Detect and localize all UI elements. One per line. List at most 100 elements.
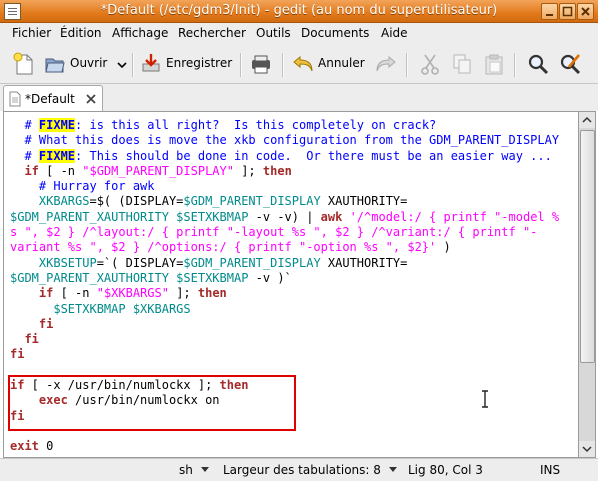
code-content[interactable]: # FIXME: is this all right? Is this comp… (10, 118, 559, 455)
scroll-up-button[interactable] (579, 112, 595, 128)
code-line[interactable]: # FIXME: This should be done in code. Or… (10, 148, 559, 164)
code-line[interactable]: $GDM_PARENT_XAUTHORITY $SETXKBMAP -v -v)… (10, 210, 559, 225)
menu-rechercher[interactable]: Rechercher (178, 26, 246, 40)
code-token: : This should be done in code. Or there … (75, 148, 552, 163)
code-line[interactable]: variant %s ", $2 } /^options:/ { printf … (10, 240, 559, 255)
code-line[interactable]: s ", $2 } /^layout:/ { printf "-layout %… (10, 225, 559, 240)
arrow-down-icon (582, 446, 592, 453)
code-token: [ -x /usr/bin/numlockx ]; (24, 378, 220, 393)
redo-button[interactable] (374, 45, 398, 83)
toolbar-separator (132, 53, 134, 77)
vertical-scrollbar[interactable] (578, 111, 596, 458)
code-token: exec (10, 393, 68, 408)
paste-icon (485, 54, 503, 75)
chevron-down-icon (388, 467, 397, 472)
code-line[interactable]: exit 0 (10, 439, 559, 454)
code-token: # Hurray for awk (10, 179, 155, 194)
save-button[interactable]: Enregistrer (138, 45, 234, 83)
code-token: "$GDM_PARENT_DISPLAY" (82, 163, 234, 178)
code-token: awk (320, 209, 343, 224)
code-token: $GDM_PARENT_XAUTHORITY $SETXKBMAP (10, 270, 249, 285)
code-line[interactable]: exec /usr/bin/numlockx on (10, 393, 559, 408)
minimize-icon (546, 14, 553, 16)
tab-width-selector[interactable]: Largeur des tabulations: 8 (223, 463, 398, 477)
text-editor[interactable]: # FIXME: is this all right? Is this comp… (3, 111, 579, 458)
copy-button[interactable] (450, 45, 474, 83)
cut-button[interactable] (418, 45, 442, 83)
new-document-button[interactable] (10, 45, 40, 83)
tab-default[interactable]: *Default (3, 85, 103, 112)
code-token: then (262, 163, 292, 178)
window-title: *Default (/etc/gdm3/Init) - gedit (au no… (100, 3, 498, 18)
paste-button[interactable] (482, 45, 506, 83)
code-line[interactable]: $GDM_PARENT_XAUTHORITY $SETXKBMAP -v )` (10, 271, 559, 286)
copy-icon (453, 54, 471, 74)
code-token: fi (10, 347, 25, 362)
code-line[interactable]: if [ -n "$GDM_PARENT_DISPLAY" ]; then (10, 164, 559, 179)
code-line[interactable]: XKBSETUP=`( DISPLAY=$GDM_PARENT_DISPLAY … (10, 256, 559, 271)
open-button[interactable]: Ouvrir (42, 45, 134, 83)
save-icon (142, 54, 160, 72)
language-label: sh (179, 463, 193, 477)
code-line[interactable]: $SETXKBMAP $XKBARGS (10, 302, 559, 317)
code-line[interactable] (10, 424, 559, 439)
close-window-button[interactable] (577, 3, 594, 20)
code-token: fi (10, 408, 25, 423)
tab-width-label: Largeur des tabulations: 8 (223, 463, 381, 477)
language-selector[interactable]: sh (179, 463, 210, 477)
code-token: -v )` (248, 270, 292, 285)
menu-edition[interactable]: Édition (60, 26, 102, 40)
toolbar-separator (406, 53, 408, 77)
menu-documents[interactable]: Documents (301, 26, 369, 40)
code-token: =$( (DISPLAY= (89, 194, 184, 209)
fixme-marker: FIXME (38, 118, 76, 132)
code-token: : is this all right? Is this completely … (75, 118, 437, 132)
arrow-up-icon (582, 116, 592, 123)
scroll-thumb[interactable] (580, 130, 595, 363)
code-line[interactable]: fi (10, 347, 559, 362)
code-token: s ", $2 } /^layout:/ { printf "-layout %… (10, 225, 538, 240)
menu-affichage[interactable]: Affichage (112, 26, 168, 40)
code-token: exit (10, 439, 39, 454)
code-token: then (197, 286, 227, 301)
code-token: ]; (233, 163, 263, 178)
code-line[interactable]: # What this does is move the xkb configu… (10, 133, 559, 148)
undo-icon (293, 55, 313, 72)
code-line[interactable]: fi (10, 317, 559, 332)
undo-label: Annuler (318, 56, 365, 70)
find-replace-button[interactable] (558, 45, 584, 83)
redo-icon (376, 55, 396, 72)
code-token: $GDM_PARENT_XAUTHORITY $SETXKBMAP (10, 209, 249, 224)
document-tabs: *Default (0, 84, 598, 112)
maximize-button[interactable] (559, 3, 576, 20)
code-line[interactable]: fi (10, 409, 559, 424)
printer-icon (252, 55, 270, 74)
menu-outils[interactable]: Outils (256, 26, 291, 40)
minimize-button[interactable] (541, 3, 558, 20)
menu-fichier[interactable]: Fichier (12, 26, 51, 40)
code-line[interactable]: # FIXME: is this all right? Is this comp… (10, 118, 559, 133)
code-line[interactable]: if [ -x /usr/bin/numlockx ]; then (10, 378, 559, 393)
print-button[interactable] (248, 45, 276, 83)
toolbar-separator (514, 53, 516, 77)
find-replace-icon (560, 54, 581, 75)
menu-aide[interactable]: Aide (381, 26, 408, 40)
insert-mode: INS (540, 463, 561, 477)
chevron-down-icon[interactable] (116, 60, 128, 70)
code-line[interactable] (10, 363, 559, 378)
code-line[interactable]: if [ -n "$XKBARGS" ]; then (10, 286, 559, 301)
search-button[interactable] (526, 45, 550, 83)
scroll-down-button[interactable] (579, 441, 595, 457)
code-token: fi (10, 332, 39, 347)
undo-button[interactable]: Annuler (290, 45, 372, 83)
code-line[interactable]: # Hurray for awk (10, 179, 559, 194)
code-token: $SETXKBMAP $XKBARGS (10, 301, 191, 316)
code-line[interactable]: XKBARGS=$( (DISPLAY=$GDM_PARENT_DISPLAY … (10, 194, 559, 209)
close-tab-icon[interactable] (85, 93, 97, 105)
code-token: # (10, 148, 39, 163)
code-line[interactable]: fi (10, 332, 559, 347)
cursor-position: Lig 80, Col 3 (408, 463, 483, 477)
menu-bar: Fichier Édition Affichage Rechercher Out… (0, 23, 598, 45)
code-token: =`( DISPLAY= (96, 255, 184, 270)
status-bar: sh Largeur des tabulations: 8 Lig 80, Co… (0, 458, 598, 481)
